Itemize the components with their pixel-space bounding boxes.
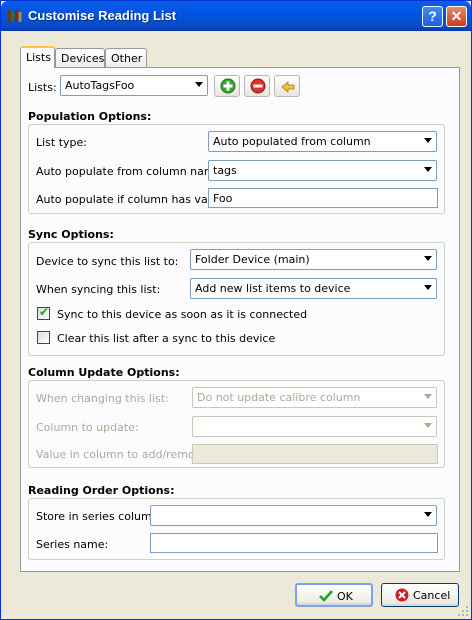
- clear-after-sync-label: Clear this list after a sync to this dev…: [57, 332, 276, 345]
- chevron-down-icon: [424, 138, 432, 143]
- column-has-value-input[interactable]: Foo: [208, 188, 438, 208]
- tab-other[interactable]: Other: [105, 48, 147, 68]
- chevron-down-icon: [424, 256, 432, 261]
- tab-devices[interactable]: Devices: [55, 48, 105, 68]
- rename-list-icon: [281, 81, 295, 93]
- add-list-button[interactable]: [214, 75, 240, 97]
- series-name-input[interactable]: [150, 533, 438, 553]
- value-in-column-input[interactable]: [192, 444, 438, 464]
- when-changing-label: When changing this list:: [36, 392, 169, 405]
- column-name-value: tags: [213, 164, 237, 177]
- device-dropdown[interactable]: Folder Device (main): [190, 249, 437, 270]
- ok-label: OK: [337, 590, 353, 603]
- population-options-title: Population Options:: [28, 110, 152, 123]
- list-type-label: List type:: [36, 136, 88, 149]
- lists-dropdown[interactable]: AutoTagsFoo: [60, 75, 208, 96]
- close-button[interactable]: ✕: [446, 6, 467, 27]
- checkmark-icon: [319, 590, 333, 602]
- when-changing-value: Do not update calibre column: [197, 391, 361, 404]
- series-column-dropdown[interactable]: [150, 505, 437, 526]
- window-title: Customise Reading List: [28, 8, 177, 23]
- checkmark-icon: ✔: [39, 305, 50, 319]
- cancel-icon: [395, 588, 409, 602]
- device-value: Folder Device (main): [195, 253, 310, 266]
- chevron-down-icon: [424, 394, 432, 399]
- chevron-down-icon: [424, 285, 432, 290]
- tab-devices-label: Devices: [61, 52, 105, 65]
- chevron-down-icon: [424, 167, 432, 172]
- ok-button[interactable]: OK: [295, 583, 373, 607]
- lists-dropdown-value: AutoTagsFoo: [65, 79, 135, 92]
- column-has-value-label: Auto populate if column has value:: [36, 193, 229, 206]
- column-to-update-dropdown[interactable]: [192, 416, 437, 437]
- column-update-options-title: Column Update Options:: [28, 366, 180, 379]
- sync-on-connect-checkbox[interactable]: ✔: [37, 305, 50, 320]
- when-changing-dropdown[interactable]: Do not update calibre column: [192, 387, 437, 408]
- clear-after-sync-checkbox[interactable]: [37, 331, 50, 344]
- column-has-value-text: Foo: [213, 192, 233, 205]
- list-type-value: Auto populated from column: [213, 135, 371, 148]
- column-to-update-label: Column to update:: [36, 421, 139, 434]
- when-syncing-label: When syncing this list:: [36, 283, 161, 296]
- lists-label: Lists:: [28, 81, 57, 94]
- list-type-dropdown[interactable]: Auto populated from column: [208, 131, 437, 152]
- when-syncing-dropdown[interactable]: Add new list items to device: [190, 278, 437, 299]
- add-list-icon: [220, 78, 236, 94]
- remove-list-icon: [250, 78, 266, 94]
- tab-other-label: Other: [111, 52, 143, 65]
- chevron-down-icon: [424, 423, 432, 428]
- series-name-label: Series name:: [36, 538, 109, 551]
- when-syncing-value: Add new list items to device: [195, 282, 351, 295]
- chevron-down-icon: [424, 512, 432, 517]
- chevron-down-icon: [195, 82, 203, 87]
- remove-list-button[interactable]: [244, 75, 270, 97]
- column-name-label: Auto populate from column name:: [36, 165, 226, 178]
- device-label: Device to sync this list to:: [36, 255, 179, 268]
- calibre-books-icon: [8, 9, 22, 22]
- help-button[interactable]: ?: [422, 6, 443, 27]
- rename-list-button[interactable]: [274, 75, 300, 97]
- cancel-button[interactable]: Cancel: [381, 583, 459, 607]
- value-in-column-label: Value in column to add/remove:: [36, 448, 212, 461]
- sync-on-connect-label: Sync to this device as soon as it is con…: [57, 308, 308, 321]
- series-column-label: Store in series column:: [36, 510, 163, 523]
- reading-order-options-title: Reading Order Options:: [28, 484, 175, 497]
- column-name-dropdown[interactable]: tags: [208, 160, 437, 181]
- tab-lists[interactable]: Lists: [20, 46, 55, 68]
- title-bar[interactable]: Customise Reading List ? ✕: [1, 1, 471, 31]
- resize-grip-icon[interactable]: [457, 605, 469, 617]
- customise-reading-list-dialog: Customise Reading List ? ✕ Lists Devices…: [0, 0, 472, 620]
- sync-options-title: Sync Options:: [28, 228, 114, 241]
- cancel-label: Cancel: [413, 589, 451, 602]
- tab-lists-label: Lists: [26, 51, 51, 64]
